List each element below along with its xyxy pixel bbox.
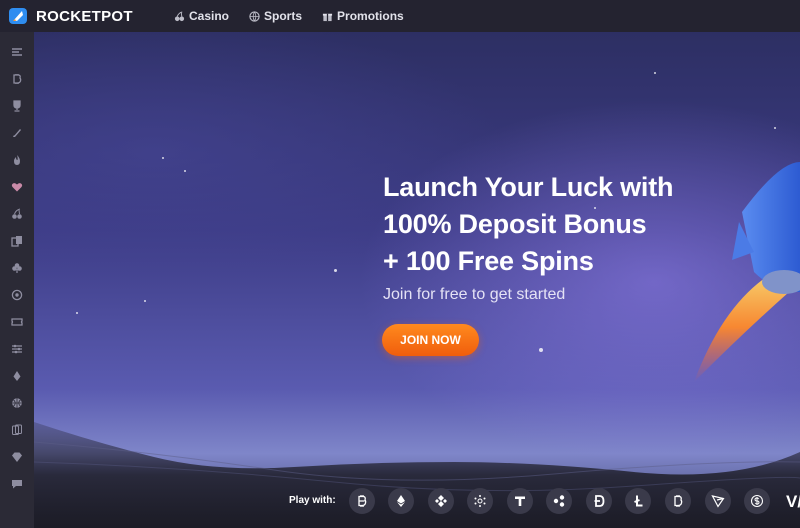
ethereum-icon (397, 495, 405, 507)
sidebar-item-poker[interactable] (0, 254, 34, 281)
coin-ripple[interactable] (546, 488, 572, 514)
heart-icon (11, 182, 23, 191)
chat-icon (12, 479, 22, 488)
cards-icon (11, 235, 22, 247)
coin-bitcoin[interactable] (349, 488, 375, 514)
sidebar-item-roulette[interactable] (0, 281, 34, 308)
dogecoin-icon (594, 495, 605, 507)
star (654, 72, 656, 74)
ball-icon (249, 10, 260, 22)
more-payment-methods: V/ (786, 492, 800, 511)
poker-cards-icon (12, 424, 22, 435)
sidebar-item-vip[interactable] (0, 443, 34, 470)
sidebar-item-favorites[interactable] (0, 173, 34, 200)
main-nav: Casino Sports Promotions (174, 9, 404, 23)
sidebar-item-hot[interactable] (0, 146, 34, 173)
bitcoin-icon (13, 73, 22, 84)
cardano-icon (474, 495, 486, 507)
drop-icon (13, 370, 21, 381)
coin-ethereum[interactable] (388, 488, 414, 514)
tron-icon (711, 495, 725, 508)
hero-banner: Launch Your Luck with 100% Deposit Bonus… (34, 32, 800, 528)
trophy-icon (13, 99, 21, 112)
coin-binance[interactable] (428, 488, 454, 514)
cherries-icon (174, 10, 185, 21)
basketball-icon (12, 397, 22, 408)
binance-icon (435, 495, 447, 507)
nav-promotions[interactable]: Promotions (322, 9, 404, 23)
hero-headline: Launch Your Luck with 100% Deposit Bonus… (383, 169, 674, 280)
coin-dogecoin[interactable] (586, 488, 612, 514)
coin-tether[interactable] (507, 488, 533, 514)
rocket-logo-icon (9, 8, 27, 24)
roulette-icon (11, 289, 23, 300)
star (334, 269, 337, 272)
star (76, 312, 78, 314)
menu-icon (12, 47, 22, 56)
coin-litecoin[interactable] (625, 488, 651, 514)
nav-sports[interactable]: Sports (249, 9, 302, 23)
nav-casino-label: Casino (189, 9, 230, 23)
coin-usd-coin[interactable] (744, 488, 770, 514)
headline-line-1: Launch Your Luck with (383, 172, 674, 202)
sidebar (0, 32, 34, 528)
sidebar-item-crypto[interactable] (0, 65, 34, 92)
nav-sports-label: Sports (264, 9, 303, 23)
sidebar-item-settings[interactable] (0, 335, 34, 362)
sidebar-item-chat[interactable] (0, 470, 34, 497)
cherries-icon (12, 208, 22, 219)
gift-icon (322, 13, 333, 21)
sidebar-item-crash[interactable] (0, 119, 34, 146)
sidebar-item-ethereum[interactable] (0, 362, 34, 389)
ticket-icon (11, 317, 23, 326)
tether-icon (515, 496, 525, 506)
payment-label: Play with: (289, 495, 336, 506)
star (144, 300, 146, 302)
hero-subtitle: Join for free to get started (383, 286, 566, 303)
ripple-icon (553, 495, 565, 507)
star (774, 127, 776, 129)
litecoin-icon (634, 495, 643, 507)
sidebar-menu[interactable] (0, 38, 34, 65)
sidebar-item-live-casino[interactable] (0, 416, 34, 443)
rocket-illustration (694, 162, 800, 382)
coin-tron[interactable] (705, 488, 731, 514)
sliders-icon (12, 344, 22, 353)
diamond-icon (12, 452, 22, 462)
sidebar-item-tournaments[interactable] (0, 92, 34, 119)
star (184, 170, 186, 172)
rocket-icon (13, 128, 21, 137)
coin-cardano[interactable] (467, 488, 493, 514)
top-bar: ROCKETPOT Casino Sports Promotions (0, 0, 800, 32)
nav-promotions-label: Promotions (337, 9, 404, 23)
clover-icon (12, 262, 22, 273)
headline-line-2: 100% Deposit Bonus (383, 209, 647, 239)
brand-name: ROCKETPOT (36, 7, 133, 25)
sidebar-item-table-games[interactable] (0, 227, 34, 254)
bitcoin-icon (358, 495, 367, 507)
brand-logo[interactable]: ROCKETPOT (8, 6, 150, 26)
headline-line-3: + 100 Free Spins (383, 246, 594, 276)
sidebar-item-slots[interactable] (0, 200, 34, 227)
fire-icon (14, 154, 20, 165)
star (539, 348, 543, 352)
sidebar-item-lottery[interactable] (0, 308, 34, 335)
bitcoin-cash-icon (674, 495, 683, 507)
star (162, 157, 164, 159)
sidebar-item-sports[interactable] (0, 389, 34, 416)
usd-coin-icon (750, 494, 764, 508)
coin-bitcoin-cash[interactable] (665, 488, 691, 514)
join-now-button[interactable]: JOIN NOW (382, 324, 479, 356)
nav-casino[interactable]: Casino (174, 9, 229, 23)
